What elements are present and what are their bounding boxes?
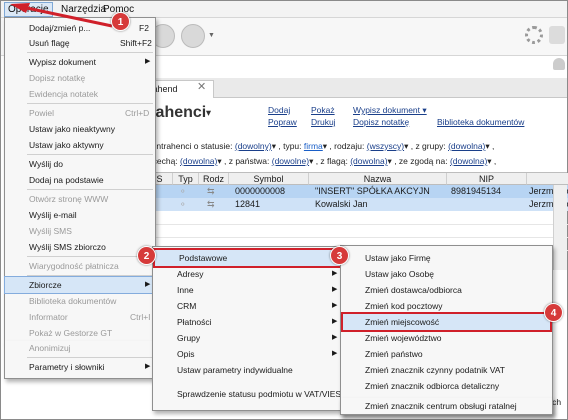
step-badge-3: 3 xyxy=(330,246,349,265)
step-badge-4: 4 xyxy=(544,303,563,322)
step-badge-1: 1 xyxy=(111,12,130,31)
annotation-arrow xyxy=(10,3,113,28)
step-badge-2: 2 xyxy=(137,246,156,265)
